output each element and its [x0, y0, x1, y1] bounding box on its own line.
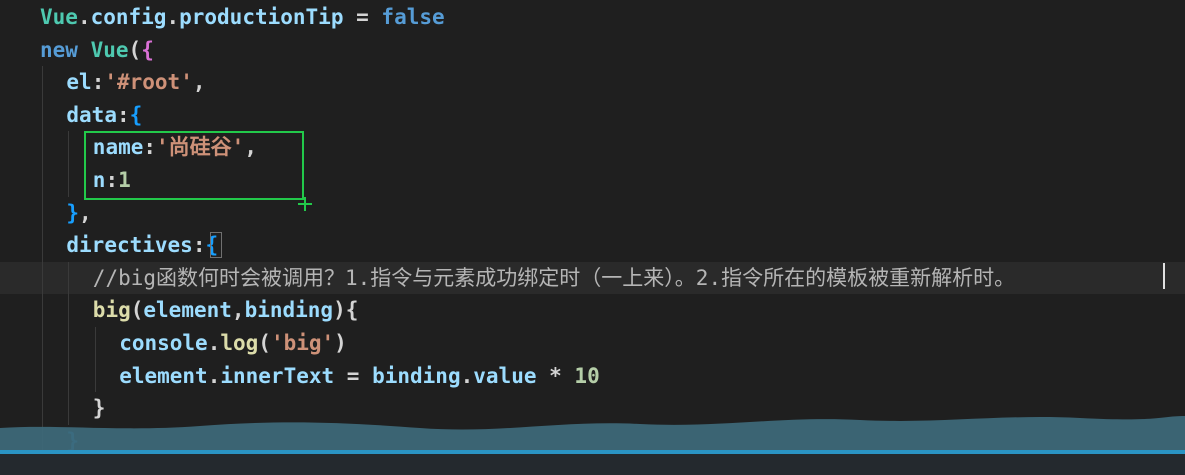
code-token: false [381, 5, 445, 29]
code-token: . [77, 5, 91, 29]
code-token: console [119, 330, 208, 355]
code-token: = [334, 363, 373, 388]
bracket-match-marker [210, 232, 222, 258]
code-line[interactable]: el:'#root', [0, 66, 1185, 99]
code-text: big(element,binding){ [93, 294, 359, 327]
code-token: , [192, 70, 206, 95]
code-token: innerText [220, 363, 335, 388]
indent-guide [68, 294, 70, 327]
code-token: ( [258, 330, 271, 355]
code-token: new [40, 37, 78, 62]
code-token: productionTip [179, 5, 344, 29]
code-line[interactable]: directives:{ [0, 229, 1185, 262]
code-token: : [116, 102, 130, 127]
code-line[interactable]: console.log('big') [0, 326, 1185, 360]
code-token: element [143, 298, 232, 323]
code-text: data:{ [66, 99, 142, 132]
code-token: : [91, 70, 105, 95]
code-token: '#root' [104, 70, 193, 95]
code-token: big [92, 298, 131, 323]
code-token: = [343, 5, 382, 29]
code-line[interactable]: element.innerText = binding.value * 10 [0, 359, 1185, 393]
selection-highlight-box [84, 131, 304, 200]
code-token: : [192, 233, 206, 258]
code-text: new Vue({ [40, 34, 154, 67]
code-line[interactable]: new Vue({ [0, 34, 1185, 67]
code-line[interactable]: data:{ [0, 98, 1185, 132]
code-token: . [460, 363, 474, 388]
indent-guide [42, 229, 43, 262]
code-token: . [166, 5, 180, 29]
code-text: directives:{ [66, 229, 218, 262]
code-line[interactable]: //big函数何时会被调用？1.指令与元素成功绑定时（一上来）。2.指令所在的模… [0, 261, 1185, 295]
indent-guide [42, 326, 43, 360]
code-token: value [473, 363, 537, 388]
code-line[interactable]: }, [0, 196, 1185, 230]
indent-guide [42, 66, 43, 99]
code-line[interactable]: big(element,binding){ [0, 294, 1185, 327]
code-token: 'big' [270, 330, 335, 355]
code-line[interactable]: Vue.config.productionTip = false [0, 1, 1185, 34]
indent-guide [42, 131, 43, 164]
indent-guide [42, 163, 43, 197]
code-text: Vue.config.productionTip = false [40, 1, 445, 34]
indent-guide [68, 261, 70, 295]
code-editor[interactable]: Vue.config.productionTip = false new Vue(… [0, 0, 1185, 475]
code-token: ( [128, 37, 142, 62]
indent-guide [42, 294, 43, 327]
code-token: } [66, 200, 80, 225]
code-text: element.innerText = binding.value * 10 [119, 360, 600, 393]
code-token: * [536, 363, 575, 388]
indent-guide [68, 326, 70, 360]
code-token: //big函数何时会被调用？1.指令与元素成功绑定时（一上来）。2.指令所在的模… [92, 265, 1016, 290]
indent-guide [42, 98, 43, 132]
indent-guide [68, 163, 70, 197]
code-token: { [129, 102, 143, 127]
code-token: ) [334, 330, 347, 355]
indent-guide [94, 326, 96, 360]
code-token: ( [130, 298, 144, 323]
crosshair-cursor-icon [298, 197, 312, 211]
code-token: 10 [574, 363, 600, 388]
code-token: binding [244, 298, 334, 323]
code-token: binding [372, 363, 461, 388]
text-caret [1163, 263, 1165, 289]
code-token: element [119, 363, 208, 388]
code-text: }, [66, 197, 91, 230]
code-token: config [90, 5, 167, 29]
code-token: . [207, 363, 221, 388]
code-text: el:'#root', [66, 66, 205, 99]
indent-guide [42, 196, 43, 230]
indent-guide [68, 131, 70, 164]
indent-guide [42, 359, 43, 393]
indent-guide [42, 261, 43, 295]
code-token: . [207, 330, 221, 355]
code-token: Vue [90, 37, 129, 62]
video-overlay-wave [0, 416, 1185, 475]
indent-guide [68, 359, 70, 393]
indent-guide [94, 359, 96, 393]
code-text: //big函数何时会被调用？1.指令与元素成功绑定时（一上来）。2.指令所在的模… [93, 262, 1015, 295]
code-token: data [66, 102, 117, 127]
code-token: ){ [333, 298, 359, 323]
code-token: log [220, 330, 259, 355]
code-token: directives [66, 233, 193, 258]
code-lines[interactable]: Vue.config.productionTip = false new Vue(… [0, 1, 1185, 475]
code-token: { [141, 37, 154, 62]
code-token: , [79, 200, 92, 225]
code-token: , [231, 298, 245, 323]
code-token: el [66, 70, 92, 95]
code-token: Vue [40, 5, 78, 29]
code-text: console.log('big') [119, 327, 347, 360]
